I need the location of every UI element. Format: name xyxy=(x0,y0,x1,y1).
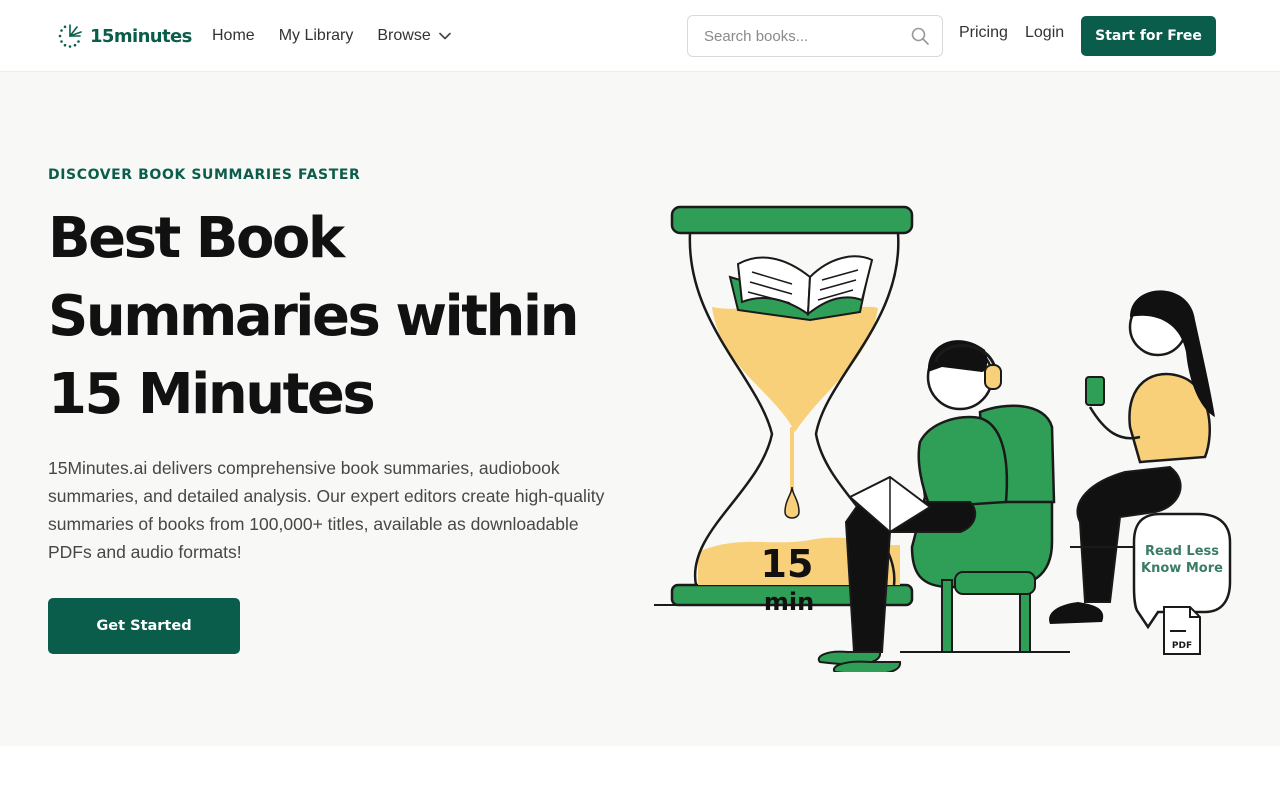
login-link[interactable]: Login xyxy=(1025,24,1064,42)
nav-browse[interactable]: Browse xyxy=(377,27,451,45)
headline-line-2: Summaries within xyxy=(48,284,579,349)
nav-home[interactable]: Home xyxy=(212,27,255,45)
nav-browse-label: Browse xyxy=(377,27,431,44)
search-box xyxy=(687,15,943,57)
search-input[interactable] xyxy=(704,27,904,45)
site-header: 15minutes Home My Library Browse Pricing… xyxy=(0,0,1280,72)
logo-clock-icon xyxy=(58,24,82,48)
open-book-icon xyxy=(728,255,874,322)
pdf-document-icon: PDF xyxy=(1163,606,1201,655)
bubble-line-2: Know More xyxy=(1141,561,1223,576)
chevron-down-icon xyxy=(438,32,451,40)
bubble-line-1: Read Less xyxy=(1145,544,1219,559)
logo[interactable]: 15minutes xyxy=(56,20,192,52)
start-for-free-button[interactable]: Start for Free xyxy=(1081,16,1216,56)
timer-unit: min xyxy=(764,588,814,616)
headline-line-3: 15 Minutes xyxy=(48,362,376,427)
man-reading-figure xyxy=(817,340,1056,672)
hero-section: DISCOVER BOOK SUMMARIES FASTER Best Book… xyxy=(0,72,1280,746)
search-icon[interactable] xyxy=(910,26,930,46)
timer-number: 15 xyxy=(761,542,814,586)
logo-text: 15minutes xyxy=(90,25,192,47)
get-started-button[interactable]: Get Started xyxy=(48,598,240,654)
hero-illustration: 15 min Read Less Know More PDF xyxy=(654,205,1232,672)
pdf-label: PDF xyxy=(1172,641,1192,651)
hero-eyebrow: DISCOVER BOOK SUMMARIES FASTER xyxy=(48,167,361,183)
nav-my-library[interactable]: My Library xyxy=(279,27,354,45)
main-nav: Home My Library Browse xyxy=(212,0,475,72)
hero-description: 15Minutes.ai delivers comprehensive book… xyxy=(48,458,605,562)
headline-line-1: Best Book xyxy=(48,206,345,271)
hero-headline: Best Book Summaries within 15 Minutes xyxy=(48,200,668,434)
pricing-link[interactable]: Pricing xyxy=(959,24,1008,42)
